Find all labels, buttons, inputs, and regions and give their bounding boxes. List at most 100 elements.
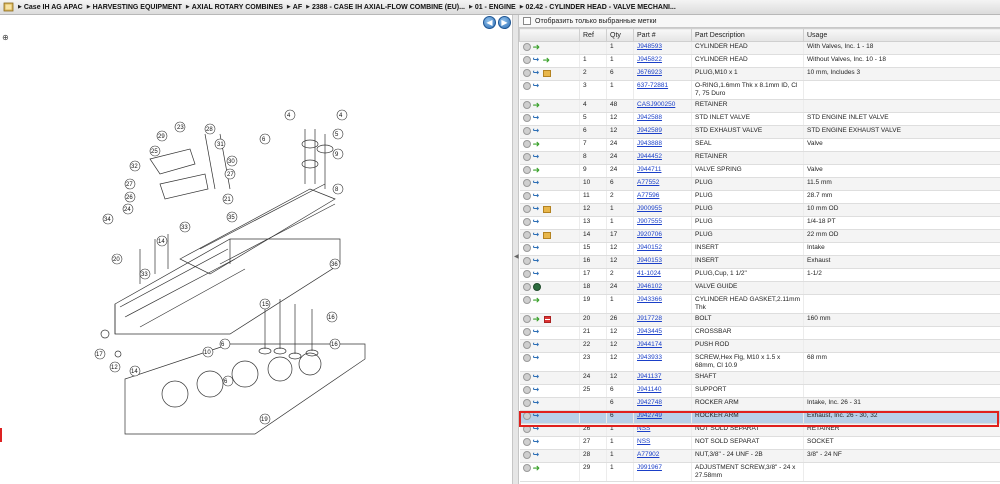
forward-button[interactable]: ▶ [498,16,511,29]
info-icon[interactable] [522,296,531,304]
table-row[interactable]: ↪ 6 12 J942589 STD EXHAUST VALVE STD ENGINE E… [519,125,1000,139]
green-arrow-icon[interactable]: ➜ [533,140,542,149]
table-row[interactable]: ↪ 15 12 J940152 INSERT Intake [519,242,1000,256]
link-arrow-icon[interactable]: ↪ [533,231,541,239]
table-row[interactable]: ↪ 6 J942748 ROCKER ARM Intake, Inc. 26 - 31 [519,397,1000,411]
link-arrow-icon[interactable]: ↪ [533,257,541,265]
table-row[interactable]: ➜ 4 48 CASJ900250 RETAINER [519,99,1000,113]
exploded-parts-diagram[interactable]: 44 23 28 2931 2530 3227 2726 2434 2133 35… [80,89,370,449]
info-icon[interactable] [522,43,531,51]
table-row[interactable]: ↪ ➜ 1 1 J945822 CYLINDER HEAD Without Valves, … [519,54,1000,68]
part-number-link[interactable]: 637-72881 [637,82,668,89]
part-number-link[interactable]: J943445 [637,328,662,335]
table-row[interactable]: ↪ 14 17 J920706 PLUG 22 mm OD [519,229,1000,243]
green-arrow-icon[interactable]: ➜ [543,56,552,65]
back-button[interactable]: ◀ [483,16,496,29]
info-icon[interactable] [522,205,531,213]
col-part[interactable]: Part # [633,28,692,42]
link-arrow-icon[interactable]: ↪ [533,354,541,362]
part-number-link[interactable]: J917728 [637,315,662,322]
table-row[interactable]: ↪ 28 1 A77902 NUT,3/8" - 24 UNF - 2B 3/8" - 2… [519,449,1000,463]
info-icon[interactable] [522,166,531,174]
flag-icon[interactable] [543,315,551,323]
green-arrow-icon[interactable]: ➜ [533,464,542,473]
part-number-link[interactable]: J944452 [637,153,662,160]
info-icon[interactable] [522,82,531,90]
part-number-link[interactable]: J944174 [637,341,662,348]
link-arrow-icon[interactable]: ↪ [533,399,541,407]
part-number-link[interactable]: J907555 [637,218,662,225]
breadcrumb-label[interactable]: AXIAL ROTARY COMBINES [192,4,283,11]
part-number-link[interactable]: J945822 [637,56,662,63]
info-icon[interactable] [522,354,531,362]
part-number-link[interactable]: 41-1024 [637,270,661,277]
col-usage[interactable]: Usage [803,28,1000,42]
pane-splitter[interactable]: ◀ [512,15,519,484]
part-number-link[interactable]: J942748 [637,399,662,406]
part-number-link[interactable]: J942749 [637,412,662,419]
part-number-link[interactable]: J946102 [637,283,662,290]
col-qty[interactable]: Qty [606,28,634,42]
table-row[interactable]: ↪ 2 6 J676923 PLUG,M10 x 1 10 mm, Includes 3 [519,67,1000,81]
info-icon[interactable] [522,412,531,420]
part-number-link[interactable]: CASJ900250 [637,101,675,108]
table-row[interactable]: ↪ 22 12 J944174 PUSH ROD [519,339,1000,353]
col-desc[interactable]: Part Description [691,28,804,42]
breadcrumb-item[interactable]: ▶ 2388 - CASE IH AXIAL-FLOW COMBINE (EU).… [306,4,465,11]
link-arrow-icon[interactable]: ↪ [533,328,541,336]
breadcrumb-label[interactable]: 02.42 - CYLINDER HEAD - VALVE MECHANI... [526,4,676,11]
col-ref[interactable]: Ref [579,28,607,42]
table-row[interactable]: ➜ 29 1 J991967 ADJUSTMENT SCREW,3/8" - 24 x … [519,462,1000,482]
table-row[interactable]: ➜ 20 26 J917728 BOLT 160 mm [519,313,1000,327]
info-icon[interactable] [522,101,531,109]
breadcrumb-label[interactable]: 2388 - CASE IH AXIAL-FLOW COMBINE (EU)..… [312,4,465,11]
info-icon[interactable] [522,153,531,161]
info-icon[interactable] [522,464,531,472]
part-number-link[interactable]: J900955 [637,205,662,212]
info-icon[interactable] [522,179,531,187]
part-number-link[interactable]: NSS [637,438,650,445]
breadcrumb-item[interactable]: ▶ 02.42 - CYLINDER HEAD - VALVE MECHANI..… [520,4,676,11]
link-arrow-icon[interactable]: ↪ [533,192,541,200]
table-row[interactable]: ➜ 1 J948593 CYLINDER HEAD With Valves, Inc. … [519,41,1000,55]
link-arrow-icon[interactable]: ↪ [533,438,541,446]
table-row[interactable]: ↪ 3 1 637-72881 O-RING,1.6mm Thk x 8.1mm ID,… [519,80,1000,100]
table-row[interactable]: ➜ 19 1 J943366 CYLINDER HEAD GASKET,2.11mm T… [519,294,1000,314]
table-row[interactable]: ↪ 16 12 J940153 INSERT Exhaust [519,255,1000,269]
part-number-link[interactable]: J942589 [637,127,662,134]
zoom-plus-icon[interactable]: ⊕ [2,33,9,42]
link-arrow-icon[interactable]: ↪ [533,341,541,349]
show-selected-only-checkbox[interactable] [523,17,531,25]
link-arrow-icon[interactable]: ↪ [533,218,541,226]
breadcrumb-label[interactable]: AF [293,4,302,11]
info-icon[interactable] [522,373,531,381]
breadcrumb-item[interactable]: ▶ HARVESTING EQUIPMENT [87,4,182,11]
link-arrow-icon[interactable]: ↪ [533,153,541,161]
part-number-link[interactable]: J948593 [637,43,662,50]
info-icon[interactable] [522,244,531,252]
green-arrow-icon[interactable]: ➜ [533,43,542,52]
info-icon[interactable] [522,315,531,323]
green-arrow-icon[interactable]: ➜ [533,166,542,175]
box-icon[interactable] [542,69,551,77]
green-arrow-icon[interactable]: ➜ [533,315,542,324]
info-icon[interactable] [522,399,531,407]
part-number-link[interactable]: A77552 [637,179,659,186]
table-row[interactable]: ↪ 13 1 J907555 PLUG 1/4-18 PT [519,216,1000,230]
part-number-link[interactable]: J676923 [637,69,662,76]
link-arrow-icon[interactable]: ↪ [533,386,541,394]
table-row[interactable]: ↪ 25 6 J941140 SUPPORT [519,384,1000,398]
breadcrumb-label[interactable]: 01 - ENGINE [475,4,516,11]
table-row[interactable]: ↪ 12 1 J900955 PLUG 10 mm OD [519,203,1000,217]
info-icon[interactable] [522,231,531,239]
part-number-link[interactable]: NSS [637,425,650,432]
info-icon[interactable] [522,192,531,200]
breadcrumb-label[interactable]: Case IH AG APAC [24,4,83,11]
part-number-link[interactable]: J940153 [637,257,662,264]
breadcrumb-item[interactable]: ▶ Case IH AG APAC [18,4,83,11]
table-row[interactable]: ↪ 11 2 A77596 PLUG 28.7 mm [519,190,1000,204]
table-row[interactable]: ↪ 21 12 J943445 CROSSBAR [519,326,1000,340]
link-arrow-icon[interactable]: ↪ [533,56,541,64]
table-row[interactable]: ↪ 5 12 J942588 STD INLET VALVE STD ENGINE INL… [519,112,1000,126]
part-number-link[interactable]: J940152 [637,244,662,251]
